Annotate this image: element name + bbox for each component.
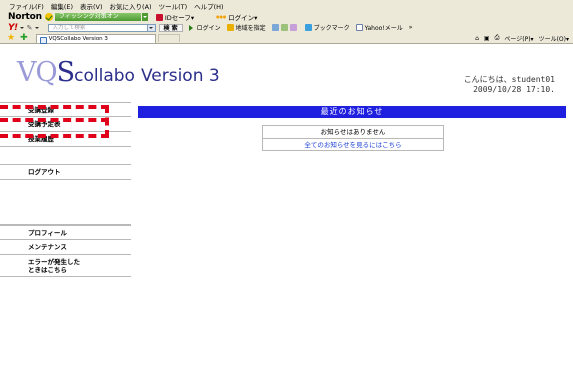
norton-toolbar: Norton フィッシング対策オン IDセーフ▾ ログイン▾ <box>0 12 573 22</box>
print-icon[interactable]: ⎙ <box>495 34 500 42</box>
tool-icon <box>280 24 288 31</box>
tab-bar: ★ ✚ VQSCollabo Version 3 ⌂ ▣ ⎙ ページ(P)▾ ツ… <box>0 33 573 44</box>
user-greeting: こんにちは、student01 2009/10/28 17:10. <box>405 75 555 95</box>
login-arrow-icon <box>188 24 196 31</box>
greeting-text: こんにちは、student01 <box>463 75 555 84</box>
highlight-dash-middle <box>0 118 109 122</box>
misc-tool-icons[interactable] <box>271 24 299 31</box>
yahoo-logo[interactable]: Y! <box>8 23 18 33</box>
norton-logo: Norton <box>8 12 42 22</box>
home-icon[interactable]: ⌂ <box>475 35 479 42</box>
yahoo-menu-dropdown-icon[interactable] <box>19 26 24 31</box>
greeting-datetime: 2009/10/28 17:10. <box>473 85 555 94</box>
notice-header: 最近のお知らせ <box>138 106 566 118</box>
id-safe-label: IDセーフ▾ <box>164 14 195 22</box>
add-favorite-icon[interactable]: ✚ <box>20 33 28 43</box>
tool-icon <box>289 24 297 31</box>
yahoo-search-input[interactable]: 入力して検索 <box>47 23 148 32</box>
menu-view[interactable]: 表示(V) <box>80 1 103 11</box>
menu-tools[interactable]: ツール(T) <box>159 1 188 11</box>
logo-vq: VQ <box>17 57 58 88</box>
region-button[interactable]: 地域を指定 <box>226 23 266 32</box>
tool-icon <box>271 24 279 31</box>
logo-version: Version 3 <box>140 66 220 86</box>
no-notice-message: お知らせはありません <box>320 128 386 136</box>
new-tab-button[interactable] <box>157 34 180 42</box>
sidebar-item-profile[interactable]: プロフィール <box>0 225 131 240</box>
page-content: VQScollabo Version 3 こんにちは、student01 2009… <box>0 45 573 374</box>
pencil-dropdown-icon[interactable] <box>34 26 39 31</box>
tools-menu[interactable]: ツール(O)▾ <box>539 34 569 43</box>
login-dots-icon <box>216 14 227 20</box>
region-label: 地域を指定 <box>235 25 266 32</box>
yahoo-login-button[interactable]: ログイン <box>188 23 221 32</box>
command-bar: ⌂ ▣ ⎙ ページ(P)▾ ツール(O)▾ <box>470 34 573 43</box>
highlight-dash-right <box>105 105 109 138</box>
sidebar-item-maintenance[interactable]: メンテナンス <box>0 240 131 255</box>
page-menu[interactable]: ページ(P)▾ <box>504 34 533 43</box>
bookmark-button[interactable]: ブックマーク <box>304 23 350 32</box>
menu-help[interactable]: ヘルプ(H) <box>194 1 223 11</box>
chevron-down-icon <box>149 26 153 31</box>
pencil-icon[interactable]: ✎ <box>27 24 33 32</box>
mail-icon <box>355 24 363 31</box>
id-safe-button[interactable]: IDセーフ▾ <box>155 12 195 22</box>
error-help-line1: エラーが発生した <box>28 258 80 266</box>
region-icon <box>226 24 234 31</box>
all-notices-row: 全てのお知らせを見るにはこちら <box>263 138 443 150</box>
yahoo-mail-label: Yahoo!メール <box>364 25 403 32</box>
bookmark-icon <box>304 24 312 31</box>
favorites-star-icon[interactable]: ★ <box>7 33 15 43</box>
sidebar-spacer <box>0 180 131 225</box>
all-notices-link[interactable]: 全てのお知らせを見るにはこちら <box>304 141 401 149</box>
notice-panel: お知らせはありません 全てのお知らせを見るにはこちら <box>262 125 444 151</box>
logo-s: S <box>56 57 75 88</box>
yahoo-toolbar: Y! ✎ 入力して検索 検 索 ログイン 地域を指定 ブックマーク Yahoo!… <box>0 22 573 33</box>
error-help-line2: ときはこちら <box>28 266 67 274</box>
yahoo-mail-button[interactable]: Yahoo!メール <box>355 23 403 32</box>
menu-edit[interactable]: 編集(E) <box>51 1 73 11</box>
search-history-dropdown[interactable] <box>147 23 156 32</box>
norton-login-button[interactable]: ログイン▾ <box>216 12 257 22</box>
menu-file[interactable]: ファイル(F) <box>9 1 44 11</box>
yahoo-search-button[interactable]: 検 索 <box>158 23 183 32</box>
id-safe-icon <box>155 13 163 21</box>
sidebar-item-error-help[interactable]: エラーが発生した ときはこちら <box>0 255 131 277</box>
bookmark-label: ブックマーク <box>313 25 350 32</box>
tab-vqscollabo[interactable]: VQSCollabo Version 3 <box>35 33 156 44</box>
phishing-toggle[interactable]: フィッシング対策オン <box>54 13 141 21</box>
toolbar-overflow-button[interactable]: » <box>409 24 413 31</box>
highlight-dash-top <box>0 105 109 109</box>
highlight-dash-bottom <box>0 134 109 138</box>
yahoo-login-label: ログイン <box>196 25 221 32</box>
sidebar-item-logout[interactable]: ログアウト <box>0 165 131 180</box>
feeds-icon[interactable]: ▣ <box>484 35 490 42</box>
norton-login-label: ログイン▾ <box>228 14 258 22</box>
browser-menu-bar: ファイル(F) 編集(E) 表示(V) お気に入り(A) ツール(T) ヘルプ(… <box>0 0 573 12</box>
norton-check-icon <box>44 13 53 21</box>
sidebar-spacer <box>0 147 131 165</box>
menu-favorites[interactable]: お気に入り(A) <box>110 1 152 11</box>
sidebar-nav: 受講登録 受講予定表 授業履歴 ログアウト プロフィール メンテナンス エラーが… <box>0 102 131 277</box>
app-logo: VQScollabo Version 3 <box>17 57 220 88</box>
phishing-dropdown-icon[interactable] <box>141 13 148 21</box>
logo-collabo: collabo <box>74 66 135 86</box>
